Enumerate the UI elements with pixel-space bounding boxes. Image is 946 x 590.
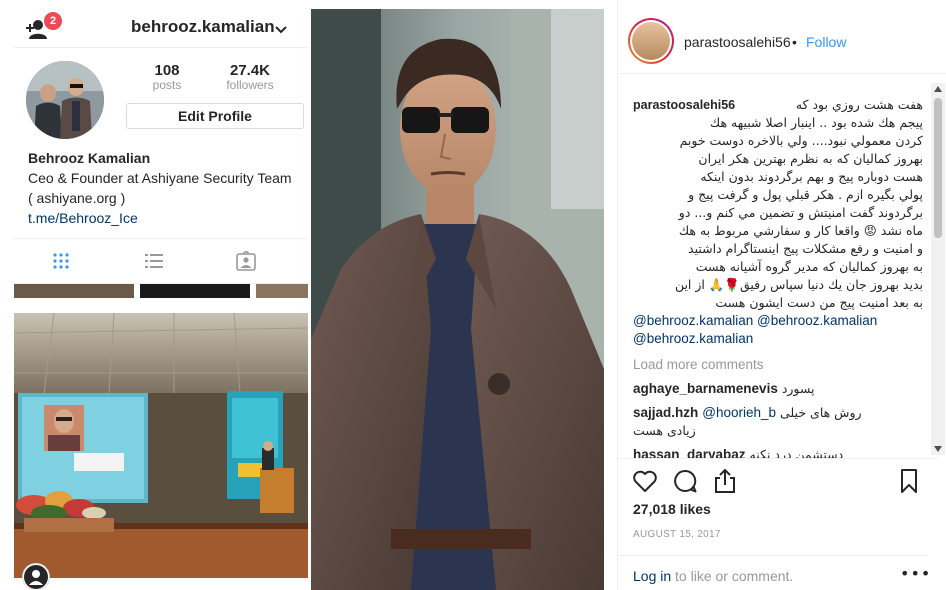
profile-header-bar: 2 behrooz.kamalian — [14, 8, 308, 48]
tagged-icon — [236, 251, 256, 271]
caption-line: پيجم هك شده بود .. اينبار اصلا شبيهه هك — [709, 115, 923, 130]
comment-item: sajjad.hzh @hoorieh_b روش های خیلی زیادی… — [633, 404, 923, 440]
scrollbar-thumb[interactable] — [934, 98, 942, 238]
profile-bio: Behrooz Kamalian Ceo & Founder at Ashiya… — [28, 148, 308, 228]
comments-list: parastoosalehi56 هفت هشت روزي بود كه پيج… — [633, 96, 923, 458]
list-icon — [145, 254, 163, 268]
more-icon[interactable]: ••• — [900, 564, 931, 583]
caption-line: به بعد امنيت پيج من دست ايشون هست — [715, 295, 923, 310]
scroll-down-arrow-icon[interactable] — [934, 446, 942, 452]
comments-scrollbar[interactable] — [931, 83, 945, 455]
post-header: parastoosalehi56 • Follow — [618, 12, 946, 74]
load-more-comments-button[interactable]: Load more comments — [633, 356, 923, 374]
login-prompt-text: Log in to like or comment. — [633, 568, 793, 584]
caption-mentions[interactable]: @behrooz.kamalian — [633, 330, 923, 348]
comment-text: پسورد — [781, 381, 815, 396]
posts-count: 108 — [154, 62, 180, 79]
comment-icon[interactable] — [671, 467, 699, 495]
edit-profile-button: Edit Profile — [126, 103, 304, 129]
profile-tabs — [14, 238, 308, 284]
posts-stat: 108 posts — [142, 62, 192, 92]
bio-line: Ceo & Founder at Ashiyane Security Team — [28, 170, 292, 186]
profile-full-name: Behrooz Kamalian — [28, 150, 151, 166]
caption-line: برگردوند گفت امنيتش و تضمين مي كنم و... … — [678, 205, 923, 220]
post-sidebar: parastoosalehi56 • Follow parastoosalehi… — [617, 0, 946, 590]
login-link[interactable]: Log in — [633, 568, 671, 584]
post-main-photo[interactable] — [311, 9, 604, 590]
scroll-up-arrow-icon[interactable] — [934, 86, 942, 92]
comment-text: روش های خیلی — [780, 405, 862, 420]
post-author-username[interactable]: parastoosalehi56 — [684, 34, 791, 50]
caption-line: ماه نشد 😡 واقعا كار و سفارشي مربوط به هك — [678, 223, 923, 238]
caption-line: به بهروز كماليان كه مدير گروه آشيانه هست — [695, 259, 923, 274]
bookmark-icon[interactable] — [895, 467, 923, 495]
caption-line: كردن معمولي نبود.... ولي بالاخره دوست خو… — [679, 133, 923, 148]
caption-line: بديد بهروز جان يك دنيا سپاس رفيق🌹🙏 از اي… — [674, 277, 923, 292]
profile-username: behrooz.kamalian — [131, 17, 275, 36]
followers-stat: 27.4K followers — [218, 62, 282, 92]
comment-username[interactable]: aghaye_barnamenevis — [633, 381, 778, 396]
comment-item: aghaye_barnamenevis پسورد — [633, 380, 923, 398]
heart-icon[interactable] — [631, 467, 659, 495]
posts-label: posts — [152, 78, 182, 92]
grid-icon — [53, 253, 69, 269]
comment-username[interactable]: hassan_daryabaz — [633, 447, 746, 458]
followers-count: 27.4K — [229, 62, 271, 79]
post-date: AUGUST 15, 2017 — [633, 529, 721, 540]
account-avatar-icon — [22, 563, 50, 590]
comment-mention[interactable]: @hoorieh_b — [702, 405, 776, 420]
caption-username[interactable]: parastoosalehi56 — [633, 98, 735, 112]
chevron-down-icon — [275, 26, 287, 34]
caption-line: پولي بگيره ازم . هكر قبلي پول و گرفت پيج… — [688, 187, 923, 202]
conference-photo-thumbnail — [14, 313, 308, 578]
login-prompt-rest: to like or comment. — [671, 568, 794, 584]
header-separator: • — [792, 34, 797, 50]
post-caption: parastoosalehi56 هفت هشت روزي بود كه پيج… — [633, 96, 923, 312]
caption-line: و امنيت و رفع مشكلات پيج اينستاگرام داشت… — [688, 241, 923, 256]
caption-line: هست دوباره پيج و بهم برگردوند بدون اينكه — [700, 169, 923, 184]
comment-username[interactable]: sajjad.hzh — [633, 405, 698, 420]
embedded-profile-screenshot: 2 behrooz.kamalian 108 posts 27.4K follo… — [14, 8, 308, 590]
follow-button[interactable]: Follow — [806, 34, 846, 50]
comment-text: دستشمن درد نکنه — [749, 447, 844, 458]
followers-label: followers — [226, 78, 274, 92]
profile-avatar — [26, 61, 104, 139]
caption-line: هفت هشت روزي بود كه — [795, 97, 923, 112]
caption-line: بهروز كماليان كه به نظرم بهترين هكر ايرا… — [698, 151, 923, 166]
notification-badge: 2 — [44, 12, 62, 30]
likes-count[interactable]: 27,018 likes — [633, 501, 711, 517]
bio-link: t.me/Behrooz_Ice — [28, 210, 138, 226]
post-author-avatar[interactable] — [628, 18, 674, 64]
comment-text: زیادی هست — [633, 423, 696, 438]
post-actions: 27,018 likes AUGUST 15, 2017 Log in to l… — [618, 458, 938, 590]
login-prompt: Log in to like or comment. ••• — [618, 555, 931, 590]
caption-mentions[interactable]: @behrooz.kamalian @behrooz.kamalian — [633, 312, 923, 330]
post-thumbnails-row — [14, 284, 308, 298]
share-icon[interactable] — [711, 467, 739, 495]
comment-item: hassan_daryabaz دستشمن درد نکنه — [633, 446, 923, 458]
bio-line: ( ashiyane.org ) — [28, 190, 126, 206]
